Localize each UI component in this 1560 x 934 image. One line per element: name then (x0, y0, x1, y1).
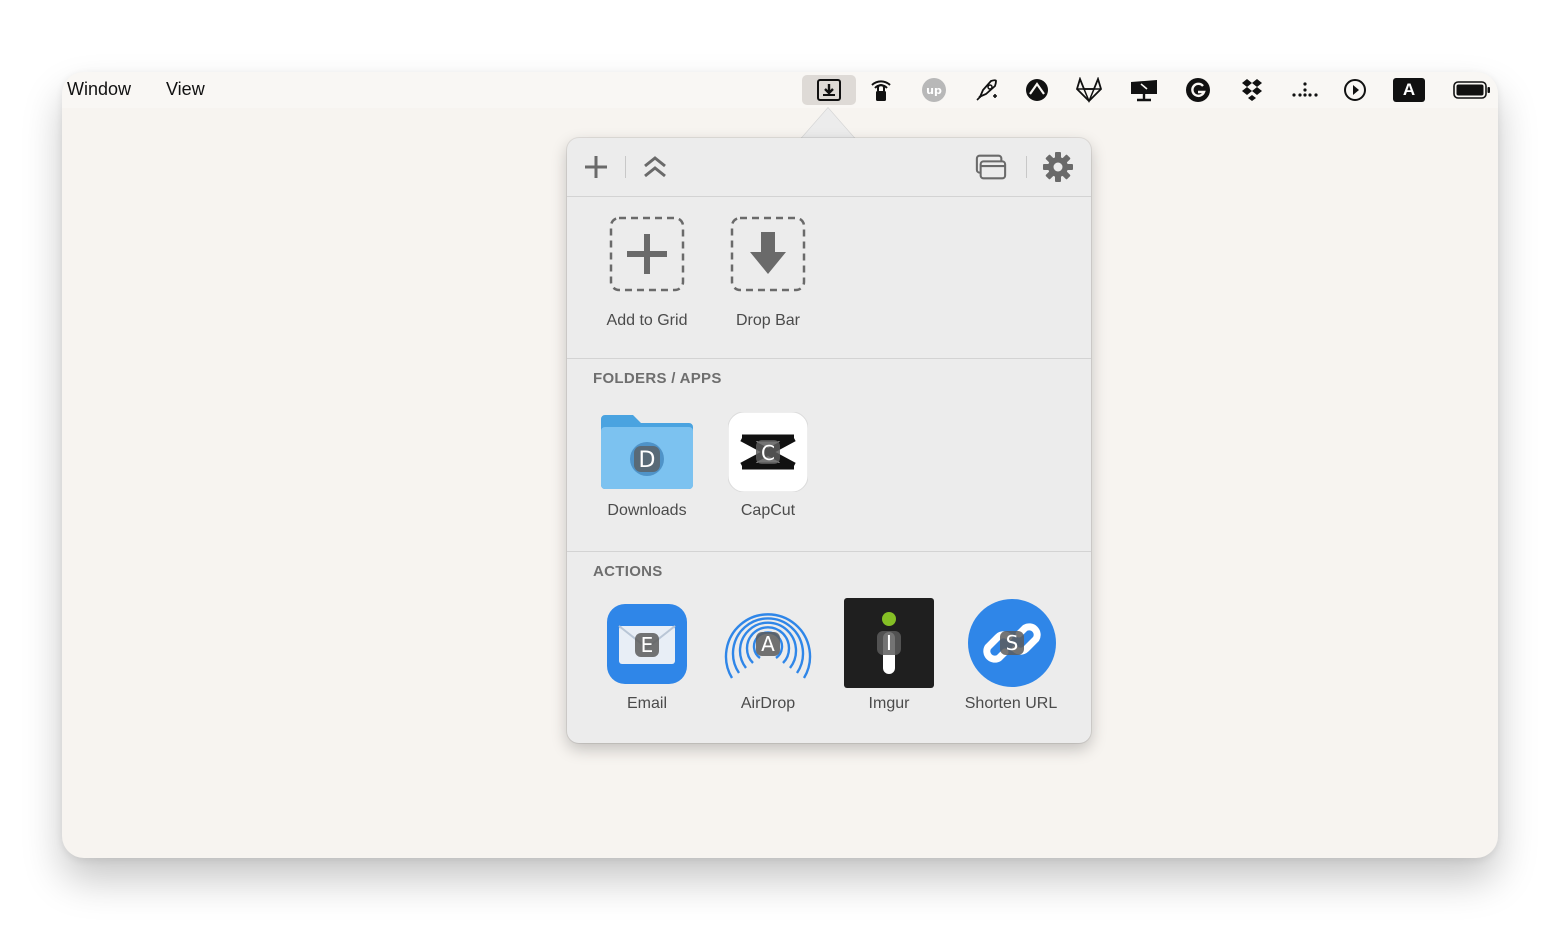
capcut-icon: C (728, 412, 808, 492)
desktop-screen: Window View up A Add to Grid Drop Bar FO… (62, 72, 1498, 858)
svg-text:S: S (1006, 631, 1019, 655)
add-to-grid-label: Add to Grid (606, 312, 688, 329)
dashed-plus-icon (609, 216, 685, 292)
upwork-icon[interactable]: up (917, 75, 951, 105)
capcut-label: CapCut (740, 502, 796, 519)
play-circle-icon[interactable] (1338, 75, 1372, 105)
actions-header: ACTIONS (593, 563, 663, 580)
toolbar-divider (1026, 156, 1027, 178)
email-label: Email (626, 695, 667, 712)
link-icon: S (967, 598, 1057, 688)
downloads-tile[interactable]: D Downloads (587, 399, 707, 549)
dropzone-icon[interactable] (802, 75, 856, 105)
wifi-lock-icon[interactable] (864, 75, 898, 105)
dropbox-icon[interactable] (1235, 75, 1269, 105)
drop-bar-tile[interactable]: Drop Bar (708, 196, 828, 358)
dashed-down-arrow-icon (730, 216, 806, 292)
svg-text:A: A (761, 632, 775, 656)
popover-toolbar (567, 138, 1091, 197)
svg-text:up: up (926, 84, 942, 97)
imgur-tile[interactable]: I Imgur (829, 592, 949, 742)
shorten-url-label: Shorten URL (964, 695, 1058, 712)
gitlab-fox-icon[interactable] (1072, 75, 1106, 105)
battery-icon[interactable] (1452, 75, 1492, 105)
menu-window[interactable]: Window (67, 79, 131, 100)
airdrop-icon: A (720, 598, 816, 690)
downloads-label: Downloads (607, 502, 687, 519)
folders-apps-section: FOLDERS / APPS D Downloads C CapCut (567, 359, 1091, 552)
airdrop-label: AirDrop (740, 695, 796, 712)
astro-icon[interactable] (1020, 75, 1054, 105)
menu-view[interactable]: View (166, 79, 205, 100)
grammarly-icon[interactable] (1181, 75, 1215, 105)
svg-text:C: C (761, 441, 775, 465)
menu-bar: Window View up A (62, 72, 1498, 108)
svg-text:I: I (886, 631, 892, 655)
mail-icon: E (605, 602, 689, 686)
plus-icon[interactable] (580, 151, 612, 183)
rocket-icon[interactable] (970, 75, 1004, 105)
keyboard-input-letter: A (1393, 78, 1425, 102)
display-icon[interactable] (1127, 75, 1161, 105)
drop-bar-label: Drop Bar (735, 312, 801, 329)
double-chevron-up-icon[interactable] (639, 151, 671, 183)
dots-icon[interactable] (1288, 75, 1322, 105)
keyboard-input-icon[interactable]: A (1392, 75, 1426, 105)
svg-text:E: E (641, 633, 654, 657)
toolbar-divider (625, 156, 626, 178)
imgur-icon: I (844, 598, 934, 688)
folder-icon: D (599, 409, 695, 493)
downloads-badge: D (639, 448, 656, 473)
dropzone-popover: Add to Grid Drop Bar FOLDERS / APPS D Do… (567, 138, 1091, 743)
email-tile[interactable]: E Email (587, 592, 707, 742)
gear-icon[interactable] (1042, 151, 1074, 183)
imgur-label: Imgur (868, 695, 910, 712)
quick-actions-section: Add to Grid Drop Bar (567, 196, 1091, 359)
folders-apps-header: FOLDERS / APPS (593, 370, 722, 387)
capcut-tile[interactable]: C CapCut (708, 399, 828, 549)
shorten-url-tile[interactable]: S Shorten URL (951, 592, 1071, 742)
airdrop-tile[interactable]: A AirDrop (708, 592, 828, 742)
actions-section: ACTIONS E Email A AirDrop I Imgur S Shor… (567, 552, 1091, 743)
popover-pointer (800, 108, 856, 140)
add-to-grid-tile[interactable]: Add to Grid (587, 196, 707, 358)
window-stack-icon[interactable] (975, 151, 1007, 183)
